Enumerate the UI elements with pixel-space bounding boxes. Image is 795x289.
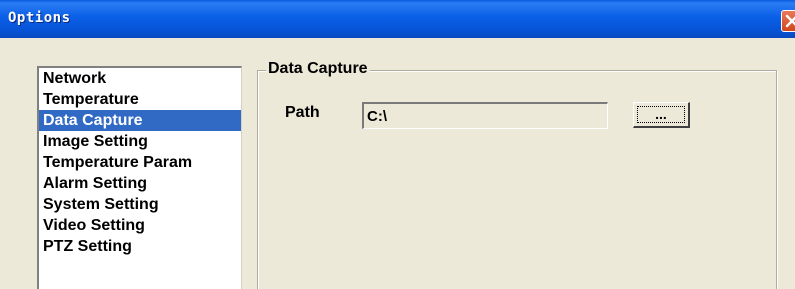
- category-item-system-setting[interactable]: System Setting: [39, 194, 241, 215]
- group-title: Data Capture: [266, 60, 370, 78]
- category-item-data-capture[interactable]: Data Capture: [39, 110, 241, 131]
- category-item-temperature-param[interactable]: Temperature Param: [39, 152, 241, 173]
- browse-button-label: ...: [637, 106, 685, 123]
- category-item-ptz-setting[interactable]: PTZ Setting: [39, 236, 241, 257]
- category-item-video-setting[interactable]: Video Setting: [39, 215, 241, 236]
- path-input[interactable]: [362, 102, 608, 129]
- browse-button[interactable]: ...: [633, 102, 690, 128]
- category-item-alarm-setting[interactable]: Alarm Setting: [39, 173, 241, 194]
- category-item-temperature[interactable]: Temperature: [39, 89, 241, 110]
- options-dialog: Options Network Temperature Data Capture…: [0, 0, 795, 289]
- options-category-list[interactable]: Network Temperature Data Capture Image S…: [37, 66, 242, 289]
- category-item-image-setting[interactable]: Image Setting: [39, 131, 241, 152]
- close-button[interactable]: [781, 10, 795, 32]
- category-item-network[interactable]: Network: [39, 68, 241, 89]
- title-bar[interactable]: Options: [0, 0, 795, 38]
- window-title: Options: [8, 10, 71, 26]
- path-label: Path: [285, 104, 320, 121]
- close-icon: [785, 14, 795, 28]
